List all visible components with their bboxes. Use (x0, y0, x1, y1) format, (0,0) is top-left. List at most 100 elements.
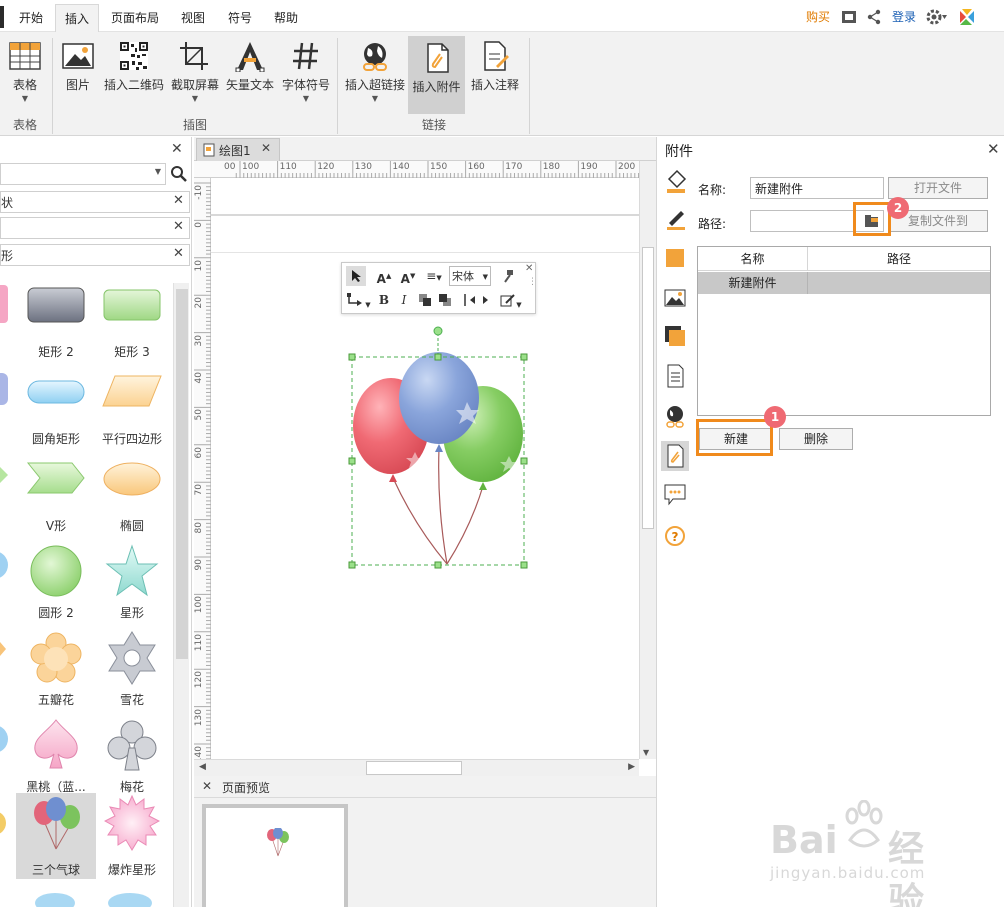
shape-panel-scrollbar[interactable] (173, 283, 189, 907)
shape-explosion-star[interactable]: 爆炸星形 (92, 793, 172, 879)
search-dropdown-icon[interactable]: ▼ (155, 167, 161, 176)
section-close-icon[interactable]: ✕ (173, 193, 184, 208)
library-search-input[interactable]: ▼ (0, 163, 166, 185)
fill-tool-button[interactable] (661, 167, 689, 197)
hyperlink-tool-button[interactable] (661, 401, 689, 431)
shape-parallelogram[interactable]: 平行四边形 (92, 370, 172, 455)
tab-page-layout[interactable]: 页面布局 (106, 4, 164, 32)
line-tool-button[interactable] (661, 205, 689, 235)
help-tool-button[interactable]: ? (661, 521, 689, 551)
vector-text-button[interactable]: 矢量文本 (224, 34, 276, 114)
delete-attachment-button[interactable]: 删除 (779, 428, 853, 450)
send-back-icon[interactable] (436, 290, 454, 310)
tab-help[interactable]: 帮助 (266, 4, 306, 32)
library-section-shapes[interactable]: 形 ✕ (0, 244, 190, 266)
table-row[interactable]: 新建附件 (698, 272, 990, 294)
shape-circle-2[interactable]: 圆形 2 (16, 544, 96, 629)
select-pointer-icon[interactable] (346, 266, 366, 286)
buy-link[interactable]: 购买 (806, 6, 830, 28)
attachment-list[interactable]: 名称 路径 新建附件 (697, 246, 991, 416)
bring-front-icon[interactable] (416, 290, 434, 310)
canvas-horizontal-scrollbar[interactable]: ◀ ▶ (194, 759, 639, 776)
shape-star[interactable]: 星形 (92, 544, 172, 629)
panel-close-icon[interactable]: ✕ (171, 141, 183, 157)
scrollbar-thumb[interactable] (642, 247, 654, 529)
library-section-empty[interactable]: ✕ (0, 217, 190, 239)
distribute-icon[interactable] (458, 290, 496, 310)
shape-spade-blue[interactable]: 黑桃（蓝... (16, 718, 96, 803)
section-close-icon[interactable]: ✕ (173, 219, 184, 234)
shape-club[interactable]: 梅花 (92, 718, 172, 803)
selection-handles[interactable] (347, 324, 529, 570)
preview-close-icon[interactable]: ✕ (202, 779, 212, 793)
toolbar-grip-icon[interactable]: ⋮ (528, 277, 537, 287)
rounded-rectangle-shape-icon (27, 380, 85, 404)
font-grow-icon[interactable]: A▲ (374, 266, 394, 286)
search-icon[interactable] (170, 165, 188, 183)
panel-close-icon[interactable]: ✕ (987, 140, 1000, 158)
insert-qrcode-button[interactable]: 插入二维码 (102, 34, 166, 114)
tab-insert[interactable]: 插入 (55, 4, 99, 32)
layer-tool-button[interactable] (661, 321, 689, 351)
name-input[interactable] (750, 177, 884, 199)
attachment-file-icon (426, 43, 449, 73)
screenshot-button[interactable]: 截取屏幕 ▼ (168, 34, 222, 114)
bold-icon[interactable]: B (376, 290, 392, 310)
tab-home[interactable]: 开始 (10, 4, 52, 32)
insert-attachment-button[interactable]: 插入附件 (408, 36, 465, 114)
toolbar-close-icon[interactable]: ✕ (525, 263, 533, 274)
shape-rectangle-2[interactable]: 矩形 2 (16, 283, 96, 368)
group-table-label: 表格 (12, 118, 37, 132)
align-text-icon[interactable]: ≡▼ (422, 266, 446, 286)
scroll-down-icon[interactable]: ▼ (643, 748, 649, 757)
ruler-tick-label: 100 (242, 162, 260, 172)
table-button[interactable]: 表格 ▼ (4, 34, 46, 114)
page-preview-thumbnail[interactable] (202, 804, 348, 907)
font-family-select[interactable]: 宋体 ▼ (449, 266, 491, 286)
shape-rectangle-3[interactable]: 矩形 3 (92, 283, 172, 368)
tab-drawing1[interactable]: 绘图1 ✕ (196, 138, 280, 161)
highlight-browse-button (853, 202, 891, 236)
canvas-vertical-scrollbar[interactable]: ▼ (639, 161, 656, 759)
section-close-icon[interactable]: ✕ (173, 246, 184, 261)
share-page-icon[interactable] (841, 9, 857, 25)
window-edge (0, 6, 4, 28)
shape-rounded-rectangle[interactable]: 圆角矩形 (16, 370, 96, 455)
shape-three-balloons[interactable]: 三个气球 (16, 793, 96, 879)
page-tool-button[interactable] (661, 361, 689, 391)
scrollbar-thumb[interactable] (176, 289, 188, 659)
picture-tool-button[interactable] (661, 283, 689, 313)
settings-gear-icon[interactable] (926, 8, 948, 26)
tab-symbol[interactable]: 符号 (220, 4, 260, 32)
shape-label: 椭圆 (119, 519, 144, 533)
font-symbol-button[interactable]: 字体符号 ▼ (278, 34, 334, 114)
scroll-right-icon[interactable]: ▶ (628, 762, 635, 772)
shape-ellipse[interactable]: 椭圆 (92, 457, 172, 542)
image-button[interactable]: 图片 (58, 34, 98, 114)
tab-view[interactable]: 视图 (172, 4, 214, 32)
shadow-tool-button[interactable] (661, 243, 689, 273)
login-link[interactable]: 登录 (892, 6, 916, 28)
column-header-name[interactable]: 名称 (698, 247, 808, 271)
step-badge-2: 2 (887, 197, 909, 219)
library-section-basic[interactable]: 状 ✕ (0, 191, 190, 213)
font-shrink-icon[interactable]: A▼ (398, 266, 418, 286)
column-header-path[interactable]: 路径 (808, 247, 990, 271)
insert-note-button[interactable]: 插入注释 (467, 34, 523, 114)
comment-tool-button[interactable] (661, 479, 689, 509)
shape-chevron[interactable]: V形 (16, 457, 96, 542)
insert-hyperlink-button[interactable]: 插入超链接 ▼ (342, 34, 408, 114)
open-file-button[interactable]: 打开文件 (888, 177, 988, 199)
scroll-left-icon[interactable]: ◀ (199, 762, 206, 772)
tab-close-icon[interactable]: ✕ (261, 141, 271, 155)
attachment-tool-button[interactable] (661, 441, 689, 471)
hash-symbol-icon (293, 42, 318, 70)
format-painter-icon[interactable] (498, 266, 518, 286)
share-icon[interactable] (866, 9, 882, 25)
italic-icon[interactable]: I (396, 290, 412, 310)
edit-shape-icon[interactable]: ▼ (498, 290, 524, 310)
shape-snowflake[interactable]: 雪花 (92, 631, 172, 716)
scrollbar-thumb[interactable] (366, 761, 462, 775)
connector-tool-icon[interactable]: ▼ (346, 290, 372, 310)
shape-five-petal-flower[interactable]: 五瓣花 (16, 631, 96, 716)
